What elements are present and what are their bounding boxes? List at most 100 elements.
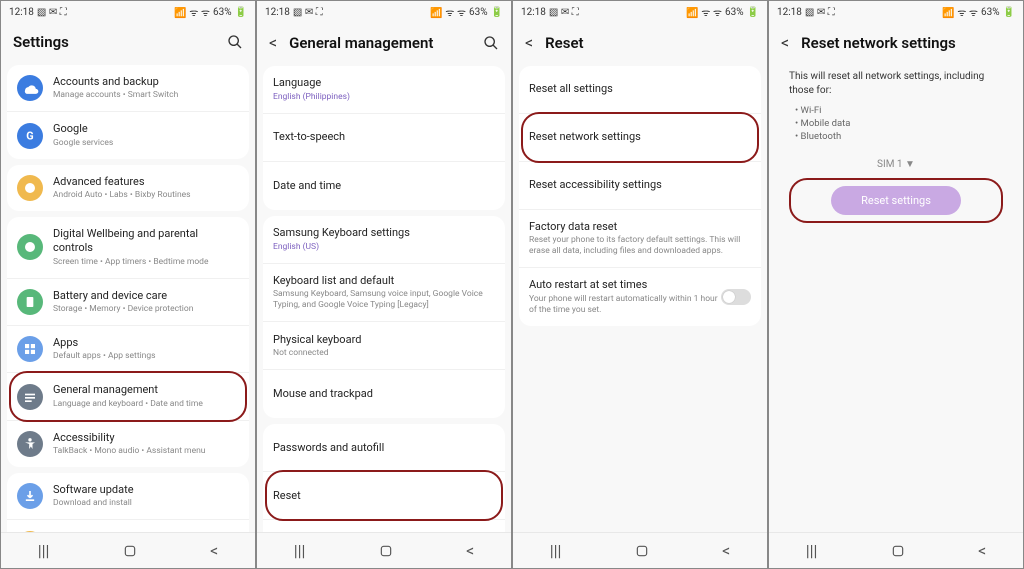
- back-icon[interactable]: <: [781, 33, 789, 52]
- gm-item[interactable]: Date and time: [263, 162, 505, 210]
- item-subtitle: Android Auto • Labs • Bixby Routines: [53, 190, 239, 201]
- header: < General management: [257, 23, 511, 60]
- nav-bar: ||| <: [513, 532, 767, 568]
- item-title: Samsung Keyboard settings: [273, 226, 495, 240]
- item-title: Reset accessibility settings: [529, 178, 751, 192]
- settings-item[interactable]: Battery and device careStorage • Memory …: [7, 279, 249, 326]
- home-button[interactable]: [379, 544, 393, 558]
- bullet-list: • Wi-Fi• Mobile data• Bluetooth: [775, 102, 1017, 151]
- item-title: Apps: [53, 336, 239, 350]
- item-title: Reset network settings: [529, 130, 751, 144]
- gm-item[interactable]: Reset: [263, 472, 505, 520]
- search-icon[interactable]: [483, 35, 499, 51]
- bullet-item: • Wi-Fi: [795, 104, 997, 117]
- settings-item[interactable]: AccessibilityTalkBack • Mono audio • Ass…: [7, 421, 249, 467]
- item-subtitle: Reset your phone to its factory default …: [529, 235, 751, 257]
- recents-button[interactable]: |||: [38, 541, 50, 560]
- item-subtitle: Your phone will restart automatically wi…: [529, 294, 721, 316]
- reset-item[interactable]: Auto restart at set times Your phone will…: [519, 268, 761, 325]
- reset-item[interactable]: Reset accessibility settings: [519, 162, 761, 210]
- general-management-screen: 12:18 ▧ ✉ ⛶ 📶 ᯤ ᯤ 63%🔋 < General managem…: [256, 0, 512, 569]
- gm-item[interactable]: Customization ServiceGet personalized co…: [263, 520, 505, 532]
- item-subtitle: Storage • Memory • Device protection: [53, 304, 239, 315]
- settings-item[interactable]: Tips and user manualUseful tips • New fe…: [7, 520, 249, 532]
- header: < Reset network settings: [769, 23, 1023, 60]
- status-bar: 12:18 ▧ ✉ ⛶ 📶 ᯤ ᯤ 63%🔋: [513, 1, 767, 23]
- reset-screen: 12:18 ▧ ✉ ⛶ 📶 ᯤ ᯤ 63%🔋 < Reset Reset all…: [512, 0, 768, 569]
- item-title: Reset: [273, 489, 495, 503]
- search-icon[interactable]: [227, 34, 243, 50]
- home-button[interactable]: [635, 544, 649, 558]
- back-icon[interactable]: <: [269, 33, 277, 52]
- header: < Reset: [513, 23, 767, 60]
- gm-icon: [17, 384, 43, 410]
- reset-list[interactable]: Reset all settings Reset network settings…: [513, 60, 767, 532]
- item-title: Physical keyboard: [273, 333, 495, 347]
- settings-item[interactable]: Digital Wellbeing and parental controlsS…: [7, 217, 249, 279]
- settings-item[interactable]: Accounts and backupManage accounts • Sma…: [7, 65, 249, 112]
- update-icon: [17, 483, 43, 509]
- item-title: Digital Wellbeing and parental controls: [53, 227, 239, 256]
- item-subtitle: Samsung Keyboard, Samsung voice input, G…: [273, 289, 495, 311]
- back-button[interactable]: <: [466, 541, 474, 560]
- bullet-item: • Bluetooth: [795, 130, 997, 143]
- reset-item[interactable]: Reset all settings: [519, 66, 761, 114]
- reset-network-body: This will reset all network settings, in…: [769, 60, 1023, 532]
- gm-item[interactable]: Keyboard list and defaultSamsung Keyboar…: [263, 264, 505, 322]
- gm-item[interactable]: Text-to-speech: [263, 114, 505, 162]
- gm-item[interactable]: Samsung Keyboard settingsEnglish (US): [263, 216, 505, 264]
- g-icon: G: [17, 123, 43, 149]
- item-subtitle: Manage accounts • Smart Switch: [53, 90, 239, 101]
- home-button[interactable]: [891, 544, 905, 558]
- recents-button[interactable]: |||: [806, 541, 818, 560]
- status-time: 12:18: [9, 7, 34, 18]
- reset-item[interactable]: Factory data resetReset your phone to it…: [519, 210, 761, 268]
- settings-item[interactable]: GGoogleGoogle services: [7, 112, 249, 158]
- item-subtitle: Language and keyboard • Date and time: [53, 399, 239, 410]
- item-subtitle: Google services: [53, 138, 239, 149]
- settings-list[interactable]: Accounts and backupManage accounts • Sma…: [1, 59, 255, 532]
- gm-item[interactable]: Passwords and autofill: [263, 424, 505, 472]
- settings-item[interactable]: Software updateDownload and install: [7, 473, 249, 520]
- sim-selector[interactable]: SIM 1 ▼: [775, 151, 1017, 178]
- item-title: Reset all settings: [529, 82, 751, 96]
- recents-button[interactable]: |||: [550, 541, 562, 560]
- status-icons-right: 📶 ᯤ ᯤ: [174, 5, 210, 19]
- status-bar: 12:18 ▧ ✉ ⛶ 📶 ᯤ ᯤ 63%🔋: [769, 1, 1023, 23]
- item-subtitle: TalkBack • Mono audio • Assistant menu: [53, 446, 239, 457]
- back-icon[interactable]: <: [525, 33, 533, 52]
- item-title: Software update: [53, 483, 239, 497]
- header: Settings: [1, 23, 255, 59]
- settings-item[interactable]: General management Language and keyboard …: [7, 373, 249, 420]
- settings-item[interactable]: Advanced featuresAndroid Auto • Labs • B…: [7, 165, 249, 211]
- reset-item[interactable]: Reset network settings: [519, 114, 761, 162]
- battery-icon: [17, 289, 43, 315]
- item-title: General management: [53, 383, 239, 397]
- gm-list[interactable]: LanguageEnglish (Philippines)Text-to-spe…: [257, 60, 511, 532]
- item-title: Accessibility: [53, 431, 239, 445]
- back-button[interactable]: <: [978, 541, 986, 560]
- item-subtitle: Download and install: [53, 498, 239, 509]
- settings-item[interactable]: AppsDefault apps • App settings: [7, 326, 249, 373]
- gm-item[interactable]: Mouse and trackpad: [263, 370, 505, 418]
- reset-settings-button[interactable]: Reset settings: [831, 186, 961, 215]
- back-button[interactable]: <: [210, 541, 218, 560]
- page-title: Settings: [13, 33, 215, 51]
- home-button[interactable]: [123, 544, 137, 558]
- toggle[interactable]: [721, 289, 751, 305]
- gm-item[interactable]: LanguageEnglish (Philippines): [263, 66, 505, 114]
- item-title: Advanced features: [53, 175, 239, 189]
- reset-settings-highlight: Reset settings: [775, 178, 1017, 223]
- item-subtitle: Screen time • App timers • Bedtime mode: [53, 257, 239, 268]
- item-title: Accounts and backup: [53, 75, 239, 89]
- item-subtitle: Not connected: [273, 348, 495, 359]
- recents-button[interactable]: |||: [294, 541, 306, 560]
- info-text: This will reset all network settings, in…: [775, 60, 1017, 102]
- cloud-icon: [17, 75, 43, 101]
- item-title: Auto restart at set times: [529, 278, 721, 292]
- status-icons-left: ▧ ✉ ⛶: [37, 7, 67, 18]
- gm-item[interactable]: Physical keyboardNot connected: [263, 322, 505, 370]
- reset-network-screen: 12:18 ▧ ✉ ⛶ 📶 ᯤ ᯤ 63%🔋 < Reset network s…: [768, 0, 1024, 569]
- back-button[interactable]: <: [722, 541, 730, 560]
- item-title: Language: [273, 76, 495, 90]
